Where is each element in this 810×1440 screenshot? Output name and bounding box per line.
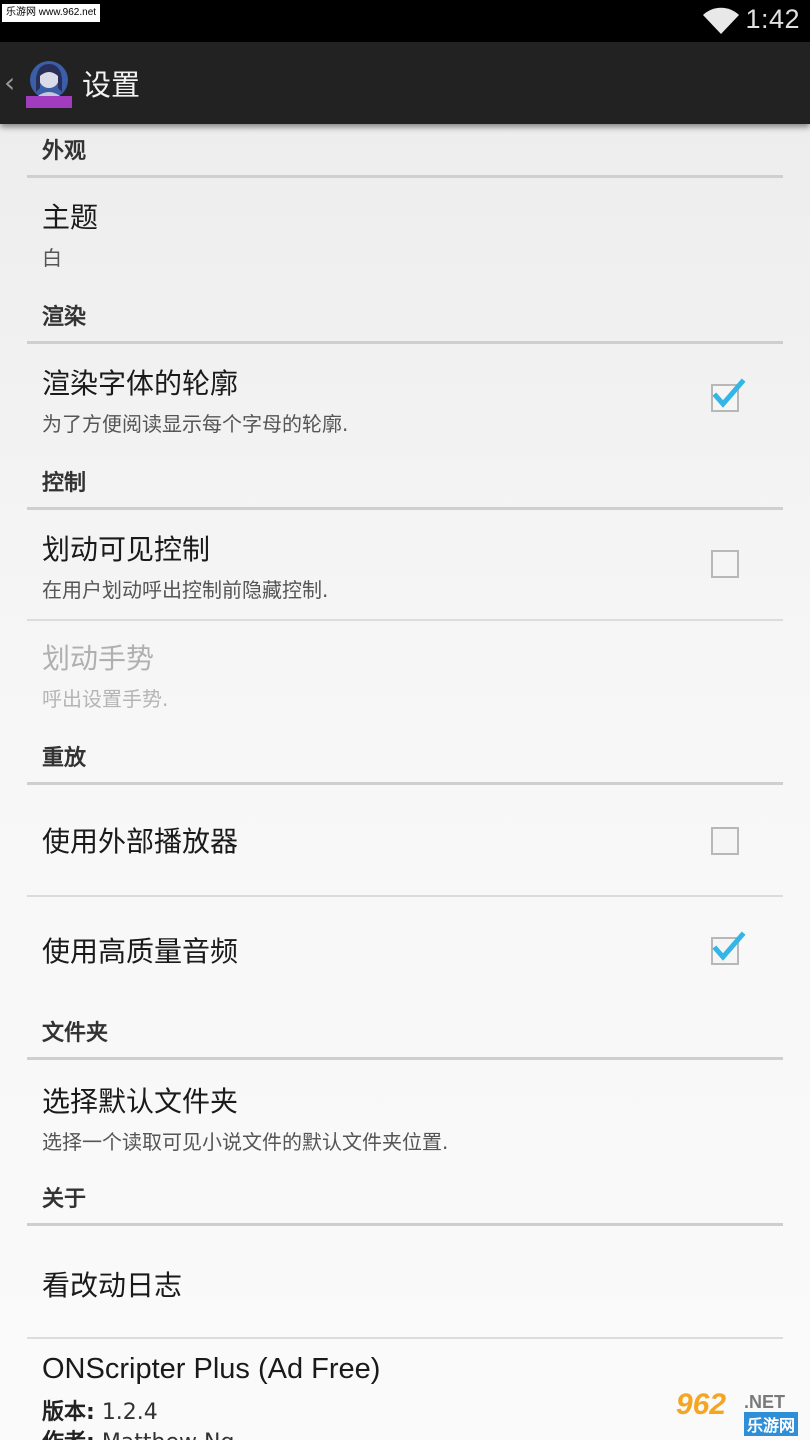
back-chevron-icon[interactable]: ‹: [4, 66, 15, 99]
pref-summary: 选择一个读取可见小说文件的默认文件夹位置.: [42, 1130, 449, 1154]
watermark-big: 962: [676, 1388, 727, 1421]
section-header-folder: 文件夹: [27, 1006, 783, 1060]
pref-title: 使用高质量音频: [42, 935, 239, 968]
version-line: 版本: 1.2.4: [42, 1394, 158, 1426]
section-header-label: 外观: [42, 139, 87, 164]
render-outline-checkbox[interactable]: [711, 378, 746, 412]
action-bar: ‹ 设置: [0, 42, 810, 124]
pref-swipe-gesture: 划动手势 呼出设置手势.: [27, 621, 783, 731]
pref-external-player[interactable]: 使用外部播放器: [27, 787, 783, 895]
section-header-rendering: 渲染: [27, 290, 783, 344]
external-player-checkbox[interactable]: [711, 827, 739, 855]
watermark-text: 乐游网 www.962.net: [2, 4, 101, 22]
status-bar: 乐游网 www.962.net 1:42: [0, 0, 810, 42]
pref-summary: 呼出设置手势.: [42, 687, 169, 711]
hq-audio-checkbox[interactable]: [711, 931, 746, 965]
author-label: 作者:: [42, 1430, 95, 1440]
author-value: Matthew Ng: [102, 1430, 235, 1440]
section-header-label: 文件夹: [42, 1021, 109, 1046]
section-header-label: 关于: [42, 1187, 87, 1212]
page-title: 设置: [82, 68, 141, 102]
wifi-icon: [703, 7, 739, 35]
pref-title: 使用外部播放器: [42, 825, 239, 858]
pref-title: 划动可见控制: [42, 533, 211, 566]
pref-changelog[interactable]: 看改动日志: [27, 1228, 783, 1338]
watermark-logo: 962 .NET 乐游网: [672, 1388, 806, 1436]
watermark-cn: 乐游网: [744, 1412, 799, 1436]
pref-summary: 在用户划动呼出控制前隐藏控制.: [42, 578, 329, 602]
author-line: 作者: Matthew Ng: [42, 1424, 234, 1440]
watermark-net: .NET: [744, 1392, 786, 1412]
pref-title: 主题: [42, 201, 99, 234]
section-header-label: 重放: [42, 746, 87, 771]
checkmark-icon: [712, 378, 746, 408]
section-header-controls: 控制: [27, 456, 783, 510]
app-info-title: ONScripter Plus (Ad Free): [42, 1353, 381, 1385]
pref-default-folder[interactable]: 选择默认文件夹 选择一个读取可见小说文件的默认文件夹位置.: [27, 1062, 783, 1172]
version-value: 1.2.4: [101, 1400, 158, 1425]
pref-hq-audio[interactable]: 使用高质量音频: [27, 897, 783, 1007]
pref-summary: 为了方便阅读显示每个字母的轮廓.: [42, 412, 349, 436]
pref-render-outline[interactable]: 渲染字体的轮廓 为了方便阅读显示每个字母的轮廓.: [27, 346, 783, 456]
section-header-label: 渲染: [42, 305, 87, 330]
section-header-label: 控制: [42, 471, 87, 496]
checkmark-icon: [712, 931, 746, 961]
pref-summary: 白: [42, 246, 62, 270]
pref-theme[interactable]: 主题 白: [27, 180, 783, 290]
app-avatar-icon[interactable]: [24, 58, 74, 108]
status-time: 1:42: [745, 4, 800, 34]
version-label: 版本:: [42, 1400, 95, 1425]
pref-title: 渲染字体的轮廓: [42, 367, 239, 400]
pref-app-info[interactable]: ONScripter Plus (Ad Free) 版本: 1.2.4 作者: …: [27, 1339, 783, 1440]
pref-swipe-visible[interactable]: 划动可见控制 在用户划动呼出控制前隐藏控制.: [27, 512, 783, 620]
pref-title: 划动手势: [42, 642, 155, 675]
pref-title: 选择默认文件夹: [42, 1085, 239, 1118]
section-header-about: 关于: [27, 1172, 783, 1226]
section-header-playback: 重放: [27, 731, 783, 785]
section-header-appearance: 外观: [27, 124, 783, 178]
swipe-visible-checkbox[interactable]: [711, 550, 739, 578]
pref-title: 看改动日志: [42, 1269, 183, 1302]
